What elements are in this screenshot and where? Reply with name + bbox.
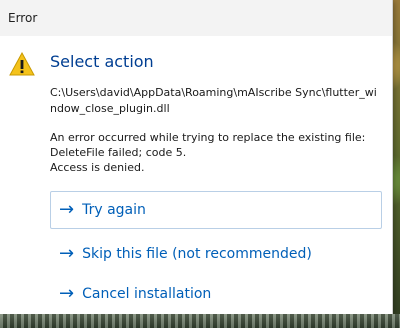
file-path: C:\Users\david\AppData\Roaming\mAIscribe… (50, 86, 377, 115)
dialog-heading: Select action (50, 52, 154, 71)
skip-file-button[interactable]: → Skip this file (not recommended) (50, 235, 382, 273)
try-again-label: Try again (82, 202, 146, 218)
error-message-line: An error occurred while trying to replac… (50, 131, 366, 144)
right-arrow-icon: → (59, 243, 75, 264)
error-message-line: Access is denied. (50, 161, 145, 174)
error-message: An error occurred while trying to replac… (50, 130, 380, 175)
error-dialog: Error Select action C:\Users\david\AppDa… (0, 0, 393, 314)
cancel-installation-button[interactable]: → Cancel installation (50, 275, 382, 313)
title-bar[interactable]: Error (0, 0, 392, 36)
window-title: Error (8, 11, 38, 25)
cancel-installation-label: Cancel installation (82, 286, 212, 302)
right-arrow-icon: → (59, 283, 75, 304)
try-again-button[interactable]: → Try again (50, 191, 382, 229)
right-arrow-icon: → (59, 199, 75, 220)
error-message-line: DeleteFile failed; code 5. (50, 146, 187, 159)
desktop-background (0, 314, 400, 328)
skip-file-label: Skip this file (not recommended) (82, 246, 312, 262)
warning-icon (9, 52, 35, 76)
